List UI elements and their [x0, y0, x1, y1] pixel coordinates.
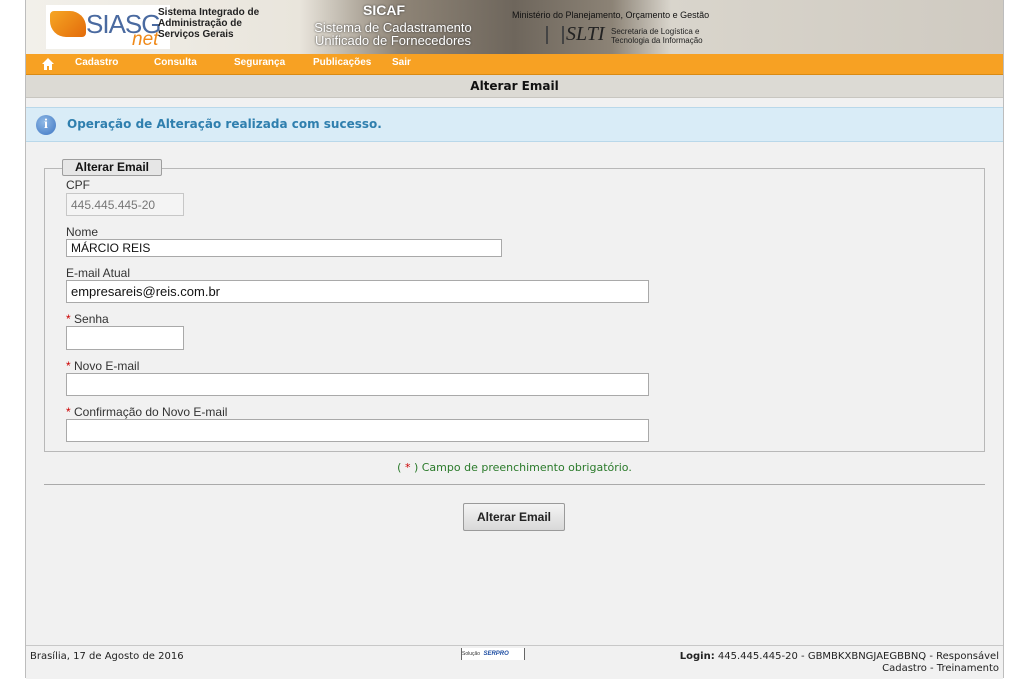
novo-email-label: * Novo E-mail [66, 359, 139, 373]
alterar-email-button[interactable]: Alterar Email [463, 503, 565, 531]
senha-label: * Senha [66, 312, 109, 326]
required-note-text: ) Campo de preenchimento obrigatório. [413, 461, 632, 474]
slti-emblem-icon [546, 26, 564, 44]
slti-name-line: Tecnologia da Informação [611, 36, 703, 45]
sicaf-title: SICAF [363, 2, 405, 18]
menu-item-consulta[interactable]: Consulta [154, 57, 197, 68]
required-mark: * [66, 312, 71, 326]
page: SIASG net Sistema Integrado de Administr… [0, 0, 1028, 679]
footer: Brasília, 17 de Agosto de 2016 Solução S… [26, 645, 1003, 679]
email-atual-field[interactable] [66, 280, 649, 303]
siasg-name-line: Administração de [158, 18, 242, 29]
senha-field[interactable] [66, 326, 184, 350]
menu-item-cadastro[interactable]: Cadastro [75, 57, 118, 68]
siasg-swoosh-icon [50, 11, 86, 37]
main-menu: Cadastro Consulta Segurança Publicações … [26, 54, 1003, 75]
email-atual-label: E-mail Atual [66, 266, 131, 280]
senha-label-text: Senha [74, 312, 109, 326]
menu-item-seguranca[interactable]: Segurança [234, 57, 285, 68]
slti-logo: SLTI [566, 23, 605, 45]
required-mark: * [66, 359, 71, 373]
cpf-label: CPF [66, 178, 90, 192]
required-field-note: ( * ) Campo de preenchimento obrigatório… [26, 461, 1003, 474]
main-frame: SIASG net Sistema Integrado de Administr… [25, 0, 1004, 679]
serpro-brand: SERPRO [483, 651, 509, 657]
siasg-full-name: Sistema Integrado de Administração de Se… [158, 7, 273, 40]
home-icon[interactable] [41, 57, 55, 71]
siasg-name-line: Serviços Gerais [158, 29, 234, 40]
nome-label: Nome [66, 225, 99, 239]
siasg-name-line: Sistema Integrado de [158, 7, 260, 18]
novo-email-label-text: Novo E-mail [74, 359, 140, 373]
required-note-open: ( [397, 461, 402, 474]
required-mark: * [66, 405, 71, 419]
ministry-name: Ministério do Planejamento, Orçamento e … [512, 10, 710, 20]
novo-email-field[interactable] [66, 373, 649, 396]
slti-name-line: Secretaria de Logística e [611, 27, 700, 36]
sicaf-subtitle-line: Unificado de Fornecedores [314, 33, 472, 48]
login-label: Login: [679, 651, 715, 662]
sicaf-subtitle: Sistema de Cadastramento Unificado de Fo… [288, 21, 498, 47]
menu-item-sair[interactable]: Sair [392, 57, 411, 68]
footer-login-info: Login: 445.445.445-20 - GBMBKXBNGJAEGBBN… [680, 651, 999, 675]
login-line: Login: 445.445.445-20 - GBMBKXBNGJAEGBBN… [680, 651, 999, 663]
nome-field[interactable] [66, 239, 502, 257]
success-message-text: Operação de Alteração realizada com suce… [67, 117, 382, 131]
fieldset-legend: Alterar Email [62, 159, 162, 176]
logo-net-text: net [132, 29, 159, 50]
success-message-box: i Operação de Alteração realizada com su… [26, 107, 1003, 142]
required-note-star: * [404, 461, 411, 474]
cpf-field[interactable] [66, 193, 184, 216]
header-banner: SIASG net Sistema Integrado de Administr… [26, 0, 1003, 54]
serpro-logo: Solução SERPRO [461, 648, 525, 660]
login-line-2: Cadastro - Treinamento [882, 663, 999, 674]
confirmacao-email-label-text: Confirmação do Novo E-mail [74, 405, 228, 419]
serpro-prefix: Solução [462, 651, 481, 657]
slti-full-name: Secretaria de Logística e Tecnologia da … [611, 27, 703, 45]
siasg-logo: SIASG net [46, 5, 170, 50]
footer-date: Brasília, 17 de Agosto de 2016 [30, 651, 184, 662]
form-divider [44, 484, 985, 485]
confirmacao-email-label: * Confirmação do Novo E-mail [66, 405, 227, 419]
page-title: Alterar Email [26, 75, 1003, 98]
info-icon: i [36, 115, 56, 135]
menu-item-publicacoes[interactable]: Publicações [313, 57, 371, 68]
login-value: 445.445.445-20 - GBMBKXBNGJAEGBBNQ - Res… [717, 651, 999, 662]
confirmacao-email-field[interactable] [66, 419, 649, 442]
